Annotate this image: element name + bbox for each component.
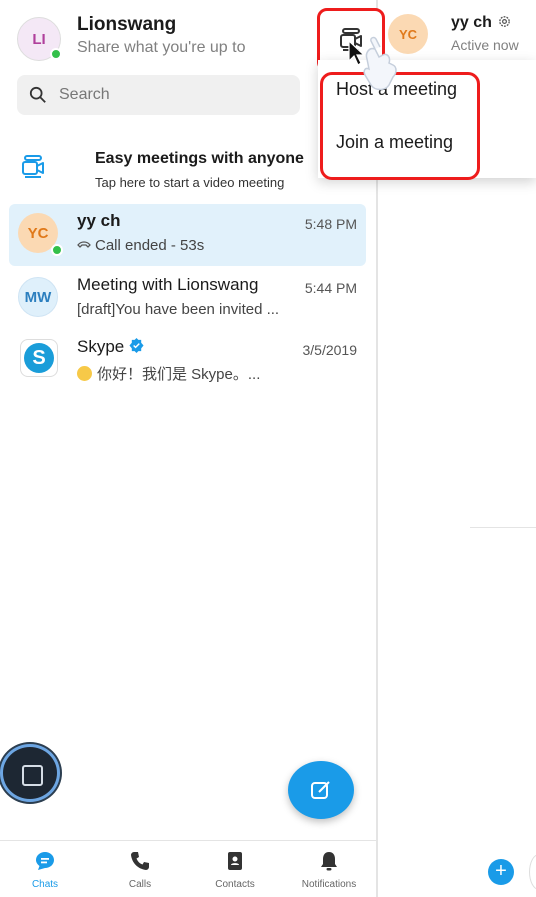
promo-title: Easy meetings with anyone bbox=[95, 150, 304, 167]
add-button[interactable]: + bbox=[488, 859, 514, 885]
divider-line bbox=[470, 527, 536, 528]
tab-label: Chats bbox=[31, 879, 59, 890]
phone-icon bbox=[131, 852, 149, 870]
chat-list-item[interactable]: S Skype 3/5/2019 你好！我们是 Skype。... bbox=[9, 330, 366, 392]
video-meeting-icon bbox=[22, 155, 44, 178]
chat-name-text: Skype bbox=[77, 337, 125, 356]
skype-logo-letter: S bbox=[24, 343, 54, 373]
chat-preview: 你好！我们是 Skype。... bbox=[77, 363, 307, 384]
chat-preview: [draft]You have been invited ... bbox=[77, 301, 280, 318]
chat-name: Meeting with Lionswang bbox=[77, 275, 259, 294]
tab-label: Contacts bbox=[215, 879, 255, 890]
search-icon bbox=[29, 86, 46, 103]
chat-list-item[interactable]: MW Meeting with Lionswang 5:44 PM [draft… bbox=[9, 268, 366, 330]
skype-app: LI Lionswang Share what you're up to Sea… bbox=[0, 0, 536, 897]
chat-name: yy ch bbox=[77, 211, 121, 230]
online-status-dot bbox=[51, 244, 63, 256]
tab-chats[interactable]: Chats bbox=[0, 851, 90, 890]
profile-mood-message[interactable]: Share what you're up to bbox=[77, 39, 246, 57]
chat-timestamp: 5:44 PM bbox=[304, 280, 357, 296]
call-ended-icon bbox=[77, 241, 91, 248]
chat-timestamp: 5:48 PM bbox=[304, 216, 357, 232]
conversation-status: Active now bbox=[451, 37, 519, 53]
chat-name: Skype bbox=[77, 337, 144, 357]
tab-notifications[interactable]: Notifications bbox=[284, 851, 374, 890]
chat-preview-text: 你好！我们是 Skype。... bbox=[97, 366, 261, 383]
search-placeholder: Search bbox=[59, 86, 110, 103]
avatar-initials: MW bbox=[24, 288, 52, 306]
bell-icon bbox=[321, 852, 337, 871]
tab-label: Notifications bbox=[301, 879, 357, 890]
new-chat-button[interactable] bbox=[288, 761, 354, 819]
conversation-title-text: yy ch bbox=[451, 14, 492, 31]
conversation-title: yy ch bbox=[451, 14, 512, 32]
chat-timestamp: 3/5/2019 bbox=[302, 342, 358, 358]
online-status-dot bbox=[50, 48, 62, 60]
chat-preview-text: Call ended - 53s bbox=[95, 237, 205, 254]
compose-icon bbox=[311, 781, 330, 799]
tab-contacts[interactable]: Contacts bbox=[190, 851, 280, 890]
avatar-initials: LI bbox=[32, 30, 46, 48]
assistive-touch-button[interactable] bbox=[0, 744, 60, 802]
avatar-initials: YC bbox=[27, 224, 49, 242]
contacts-book-icon bbox=[228, 852, 242, 870]
search-bar[interactable]: Search bbox=[17, 75, 300, 115]
pointer-hand-icon bbox=[348, 36, 397, 91]
promo-subtitle: Tap here to start a video meeting bbox=[95, 175, 285, 190]
bottom-tab-bar: Chats Calls Contacts Notifications bbox=[0, 840, 376, 897]
verified-badge-icon bbox=[129, 338, 144, 353]
gear-icon[interactable] bbox=[497, 14, 512, 29]
emoji-button[interactable] bbox=[529, 854, 536, 890]
profile-name: Lionswang bbox=[77, 14, 177, 35]
chat-bubble-icon bbox=[36, 852, 54, 870]
chat-list-item[interactable]: YC yy ch 5:48 PM Call ended - 53s bbox=[9, 204, 366, 266]
tab-calls[interactable]: Calls bbox=[95, 851, 185, 890]
skype-logo-icon: S bbox=[20, 339, 58, 377]
avatar: MW bbox=[18, 277, 58, 317]
tab-label: Calls bbox=[128, 879, 152, 890]
chat-preview: Call ended - 53s bbox=[77, 237, 307, 254]
smile-emoji-icon bbox=[77, 366, 92, 381]
